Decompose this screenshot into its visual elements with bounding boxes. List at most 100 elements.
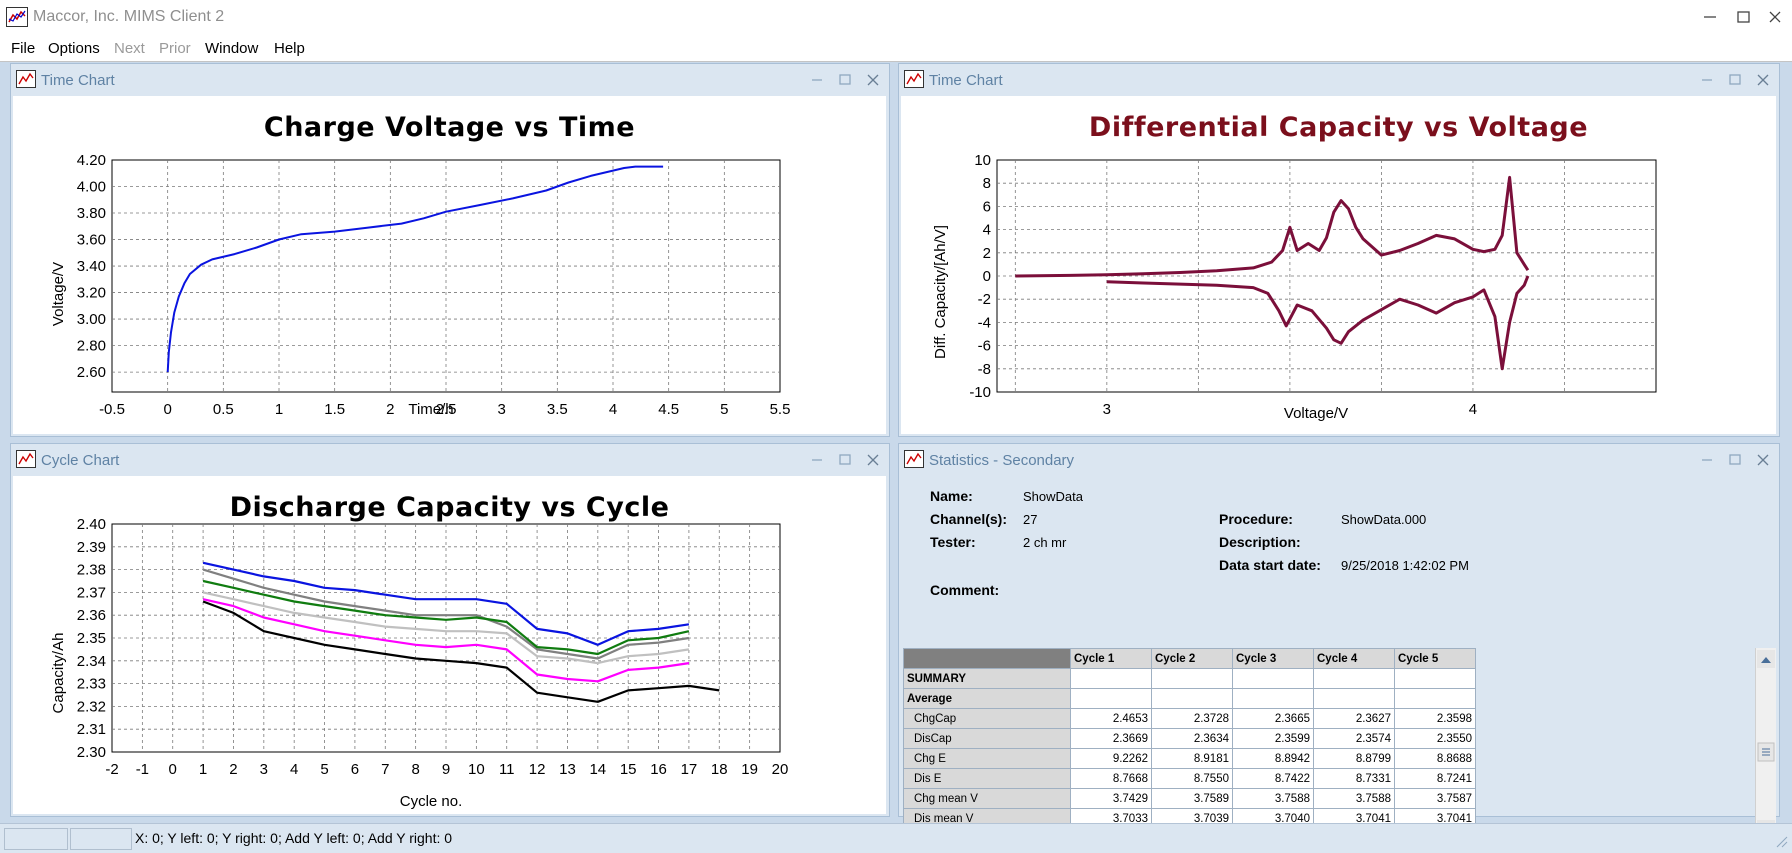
table-cell[interactable]: 8.8688 [1394, 748, 1476, 769]
row-header[interactable]: Dis E [903, 768, 1071, 789]
table-row[interactable]: Average [903, 688, 1476, 709]
row-header[interactable]: Chg E [903, 748, 1071, 769]
menu-window[interactable]: Window [205, 40, 258, 57]
charge-voltage-window[interactable]: Time Chart Charge Voltage vs Time Time/h… [10, 63, 890, 437]
column-header[interactable]: Cycle 4 [1313, 648, 1395, 669]
table-cell[interactable] [1313, 668, 1395, 689]
minimize-icon[interactable] [1697, 4, 1723, 30]
table-cell[interactable] [1070, 668, 1152, 689]
table-cell[interactable]: 3.7588 [1313, 788, 1395, 809]
window-caption[interactable]: Cycle Chart [11, 444, 889, 476]
maximize-icon[interactable] [1726, 71, 1744, 89]
table-cell[interactable] [1070, 688, 1152, 709]
scroll-arrows [1757, 650, 1775, 838]
table-cell[interactable]: 2.3728 [1151, 708, 1233, 729]
vertical-scrollbar[interactable] [1755, 648, 1776, 841]
x-axis-label: Voltage/V [1284, 405, 1348, 422]
table-row[interactable]: ChgCap 2.4653 2.3728 2.3665 2.3627 2.3598 [903, 708, 1476, 729]
x-tick-label: -0.5 [99, 401, 125, 418]
row-header[interactable]: DisCap [903, 728, 1071, 749]
table-cell[interactable] [1232, 688, 1314, 709]
table-cell[interactable]: 2.3574 [1313, 728, 1395, 749]
x-tick-label: -2 [105, 761, 118, 778]
statistics-table[interactable]: Cycle 1 Cycle 2 Cycle 3 Cycle 4 Cycle 5 SUMMA… [903, 648, 1476, 849]
window-caption[interactable]: Statistics - Secondary [899, 444, 1779, 476]
window-caption[interactable]: Time Chart [899, 64, 1779, 96]
maximize-icon[interactable] [836, 71, 854, 89]
table-cell[interactable]: 8.7422 [1232, 768, 1314, 789]
menu-next[interactable]: Next [114, 40, 145, 57]
table-cell[interactable]: 3.7587 [1394, 788, 1476, 809]
minimize-icon[interactable] [1698, 71, 1716, 89]
section-header[interactable]: Average [903, 688, 1071, 709]
discharge-capacity-window[interactable]: Cycle Chart Discharge Capacity vs Cycle … [10, 443, 890, 817]
y-tick-label: 2.60 [77, 364, 106, 381]
column-header[interactable]: Cycle 2 [1151, 648, 1233, 669]
close-icon[interactable] [864, 451, 882, 469]
procedure-value: ShowData.000 [1341, 512, 1427, 527]
table-cell[interactable]: 2.3634 [1151, 728, 1233, 749]
table-cell[interactable]: 8.7241 [1394, 768, 1476, 789]
table-row[interactable]: Dis E 8.7668 8.7550 8.7422 8.7331 8.7241 [903, 768, 1476, 789]
y-tick-label: 2.31 [77, 721, 106, 738]
close-icon[interactable] [1754, 71, 1772, 89]
table-cell[interactable]: 9.2262 [1070, 748, 1152, 769]
section-header[interactable]: SUMMARY [903, 668, 1071, 689]
table-cell[interactable]: 2.3599 [1232, 728, 1314, 749]
menu-options[interactable]: Options [48, 40, 100, 57]
charge-voltage-chart[interactable]: Time/h Voltage/V -0.5 0 0.5 1 1.5 2 2.5 3 3.5 4 4.… [13, 96, 886, 434]
table-cell[interactable] [1394, 688, 1476, 709]
column-header[interactable]: Cycle 3 [1232, 648, 1314, 669]
close-icon[interactable] [864, 71, 882, 89]
discharge-capacity-chart[interactable]: Cycle no. Capacity/Ah -2 -1 0 1 2 3 4 5 6 7 8 9 10 11… [13, 476, 886, 814]
minimize-icon[interactable] [808, 71, 826, 89]
diff-capacity-chart[interactable]: Voltage/V Diff. Capacity/[Ah/V] 3 4 -10 -8 -… [901, 96, 1776, 434]
table-cell[interactable]: 2.3598 [1394, 708, 1476, 729]
table-cell[interactable]: 2.4653 [1070, 708, 1152, 729]
window-caption[interactable]: Time Chart [11, 64, 889, 96]
maximize-icon[interactable] [836, 451, 854, 469]
table-cell[interactable]: 8.8942 [1232, 748, 1314, 769]
table-row[interactable]: SUMMARY [903, 668, 1476, 689]
maximize-icon[interactable] [1730, 4, 1756, 30]
table-cell[interactable]: 2.3550 [1394, 728, 1476, 749]
table-cell[interactable] [1151, 688, 1233, 709]
table-cell[interactable] [1151, 668, 1233, 689]
table-cell[interactable]: 3.7429 [1070, 788, 1152, 809]
table-row[interactable]: Chg mean V 3.7429 3.7589 3.7588 3.7588 3.7587 [903, 788, 1476, 809]
row-header[interactable]: ChgCap [903, 708, 1071, 729]
table-row[interactable]: DisCap 2.3669 2.3634 2.3599 2.3574 2.3550 [903, 728, 1476, 749]
x-tick-label: 0 [163, 401, 171, 418]
chart-window-icon [16, 450, 36, 468]
table-corner[interactable] [903, 648, 1071, 669]
minimize-icon[interactable] [1698, 451, 1716, 469]
close-icon[interactable] [1754, 451, 1772, 469]
menu-help[interactable]: Help [274, 40, 305, 57]
table-cell[interactable]: 2.3669 [1070, 728, 1152, 749]
column-header[interactable]: Cycle 1 [1070, 648, 1152, 669]
table-cell[interactable]: 8.7668 [1070, 768, 1152, 789]
table-row[interactable]: Cycle 1 Cycle 2 Cycle 3 Cycle 4 Cycle 5 [903, 648, 1476, 669]
minimize-icon[interactable] [808, 451, 826, 469]
close-icon[interactable] [1762, 4, 1788, 30]
table-cell[interactable]: 8.7550 [1151, 768, 1233, 789]
diff-capacity-window[interactable]: Time Chart Differential Capacity vs Volt… [898, 63, 1780, 437]
statistics-window[interactable]: Statistics - Secondary Name: ShowData Ch… [898, 443, 1780, 849]
resize-grip-icon[interactable] [1774, 834, 1788, 848]
table-cell[interactable]: 8.7331 [1313, 768, 1395, 789]
table-cell[interactable] [1313, 688, 1395, 709]
table-cell[interactable] [1232, 668, 1314, 689]
table-cell[interactable]: 3.7589 [1151, 788, 1233, 809]
maximize-icon[interactable] [1726, 451, 1744, 469]
menu-prior[interactable]: Prior [159, 40, 191, 57]
menu-file[interactable]: File [11, 40, 35, 57]
column-header[interactable]: Cycle 5 [1394, 648, 1476, 669]
table-cell[interactable]: 8.9181 [1151, 748, 1233, 769]
table-cell[interactable] [1394, 668, 1476, 689]
row-header[interactable]: Chg mean V [903, 788, 1071, 809]
table-cell[interactable]: 2.3627 [1313, 708, 1395, 729]
table-row[interactable]: Chg E 9.2262 8.9181 8.8942 8.8799 8.8688 [903, 748, 1476, 769]
table-cell[interactable]: 3.7588 [1232, 788, 1314, 809]
table-cell[interactable]: 2.3665 [1232, 708, 1314, 729]
table-cell[interactable]: 8.8799 [1313, 748, 1395, 769]
